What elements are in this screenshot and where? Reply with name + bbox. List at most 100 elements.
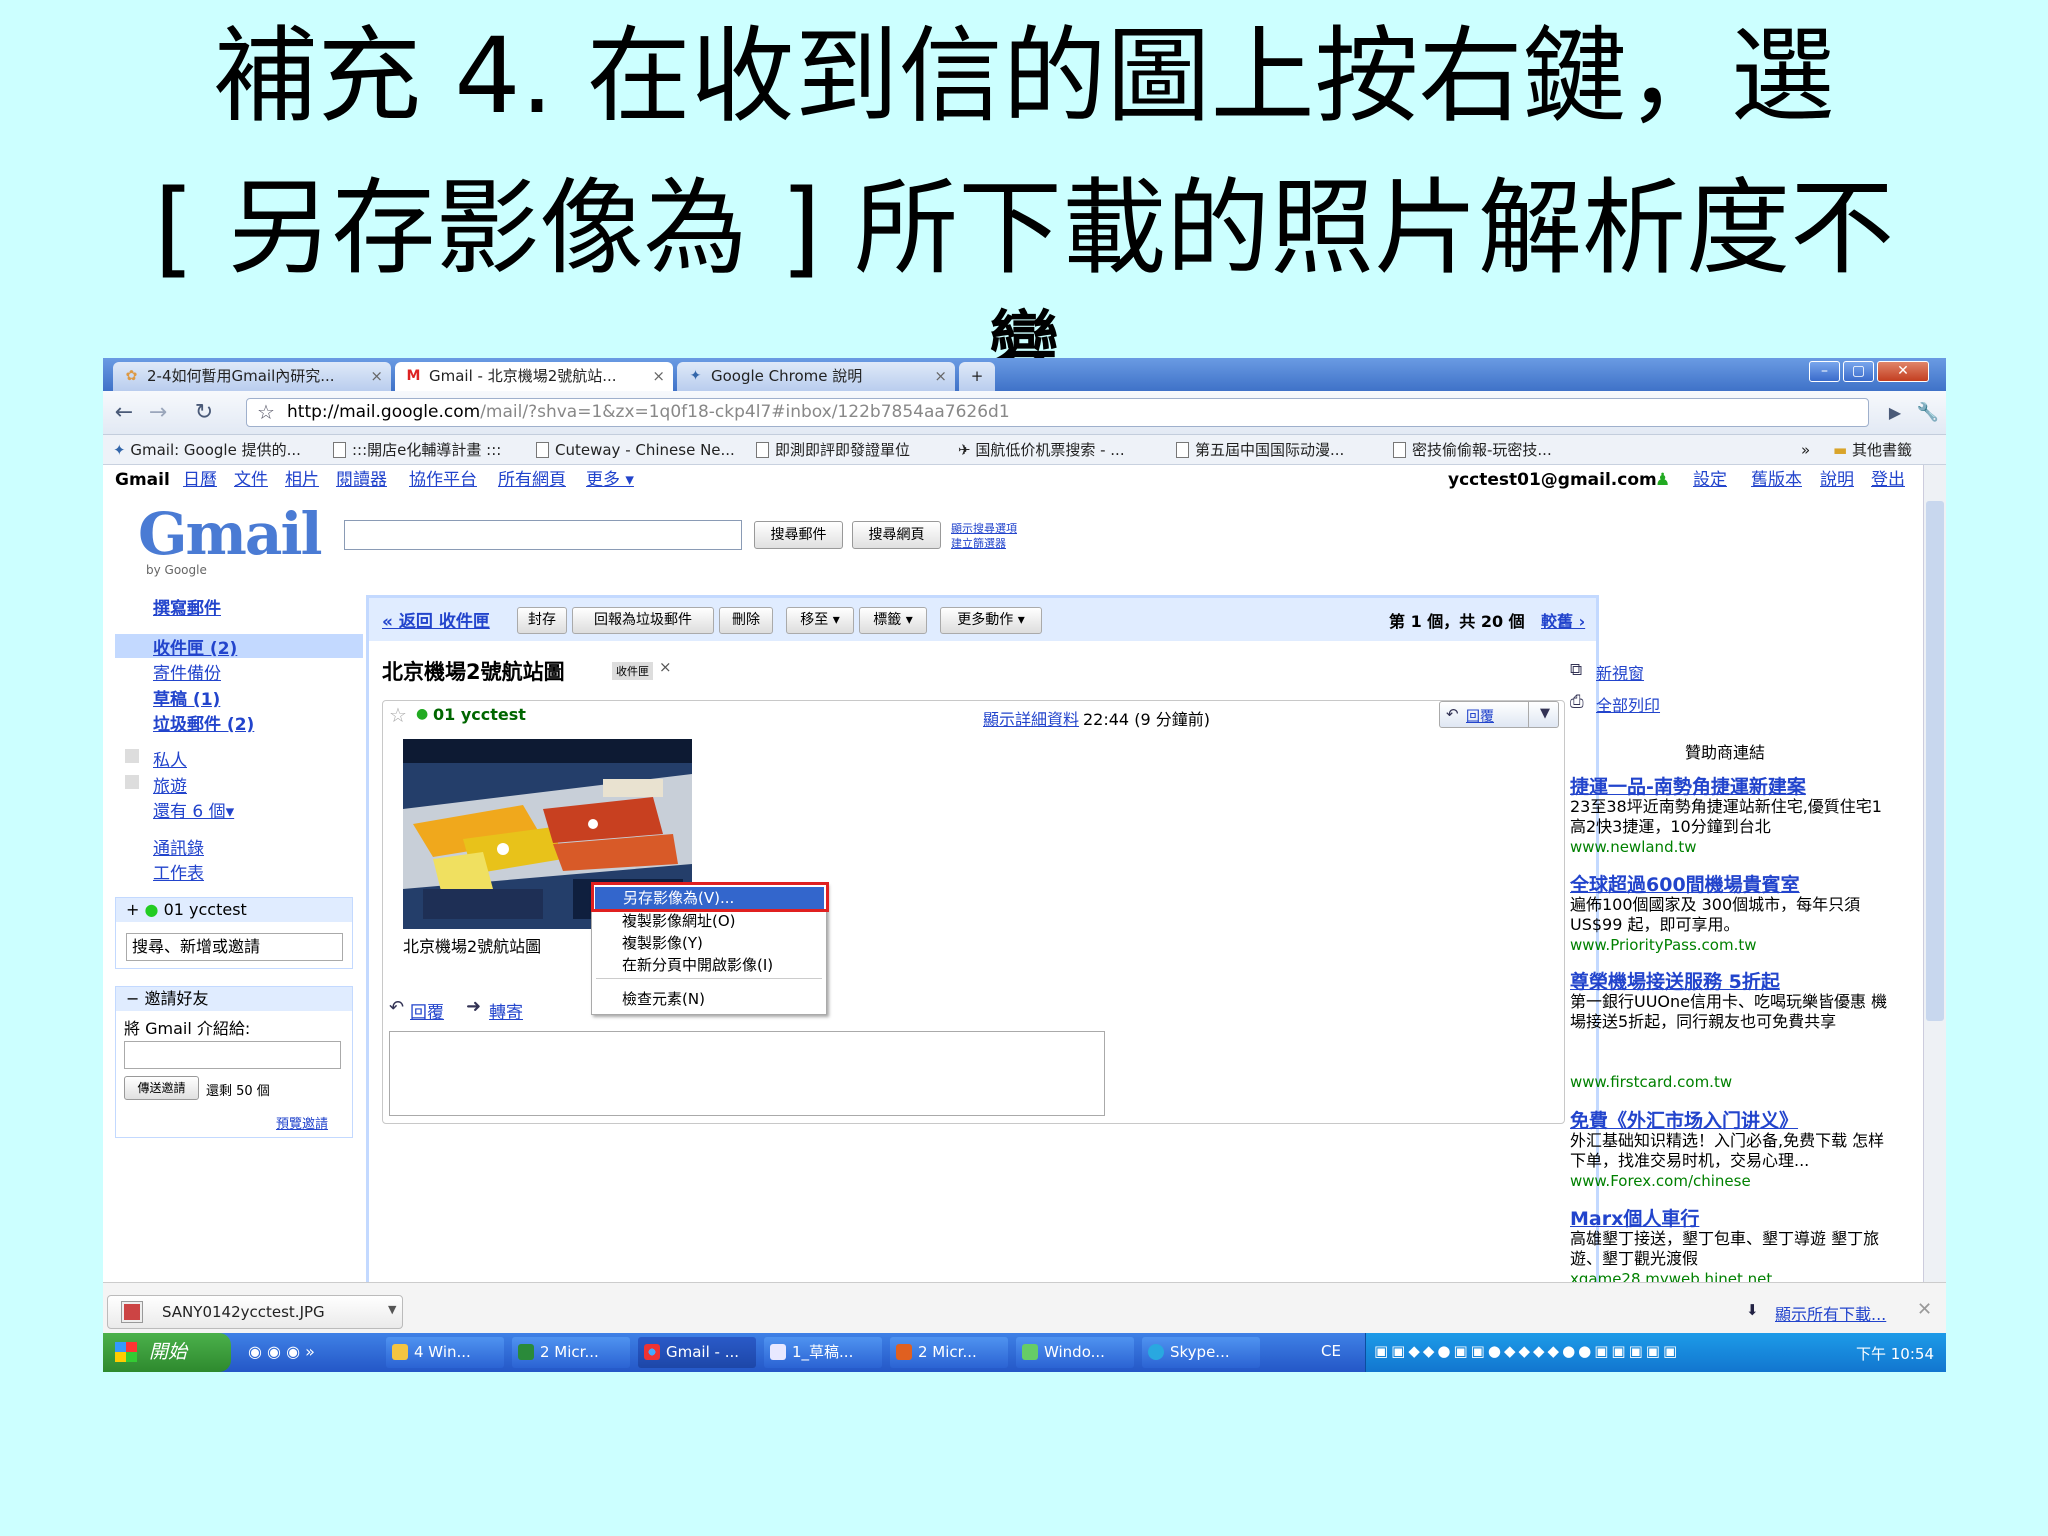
search-options-link[interactable]: 顯示搜尋選項 [951, 520, 1017, 536]
language-indicator[interactable]: CE [1321, 1342, 1341, 1360]
close-icon[interactable]: ✕ [1917, 1299, 1932, 1320]
forward-arrow-icon[interactable]: → [143, 399, 173, 427]
gmail-nav-web[interactable]: 所有網頁 [498, 465, 566, 495]
ad-title[interactable]: 尊榮機場接送服務 5折起 [1570, 967, 1780, 994]
new-tab-button[interactable]: + [959, 362, 995, 391]
sidebar-item-sent[interactable]: 寄件備份 [153, 659, 221, 684]
tab-chrome-help[interactable]: ✦ Google Chrome 說明 × [677, 362, 955, 391]
archive-button[interactable]: 封存 [517, 607, 567, 634]
star-icon[interactable]: ☆ [257, 399, 275, 426]
report-spam-button[interactable]: 回報為垃圾郵件 [572, 607, 714, 634]
tray-icons[interactable]: ▣▣◆◆●▣▣●◆◆◆◆●●▣▣▣▣▣ [1374, 1342, 1680, 1360]
ad-title[interactable]: 全球超過600間機場貴賓室 [1570, 870, 1800, 897]
task-gmail-chrome[interactable]: Gmail - ... [638, 1337, 756, 1368]
ad-title[interactable]: 捷運一品-南勢角捷運新建案 [1570, 772, 1806, 799]
task-windows-explorer[interactable]: 4 Win... [386, 1337, 504, 1368]
gmail-nav-sites[interactable]: 協作平台 [409, 465, 477, 495]
chat-search-input[interactable]: 搜尋、新增或邀請 [126, 933, 343, 961]
menu-item-inspect-element[interactable]: 檢查元素(N) [622, 988, 705, 1009]
more-actions-button[interactable]: 更多動作 ▾ [940, 607, 1042, 634]
chat-user-name[interactable]: 01 ycctest [164, 900, 247, 919]
close-window-button[interactable]: ✕ [1877, 361, 1929, 382]
close-icon[interactable]: × [370, 362, 383, 390]
ad-title[interactable]: Marx個人車行 [1570, 1204, 1699, 1231]
sidebar-label-travel[interactable]: 旅遊 [153, 772, 187, 797]
chevron-down-icon[interactable]: ▼ [388, 1303, 396, 1316]
start-button[interactable]: 開始 [103, 1333, 231, 1372]
reply-arrow-icon[interactable]: ↶ [1446, 705, 1459, 723]
inbox-tag[interactable]: 收件匣 [612, 662, 653, 680]
search-web-button[interactable]: 搜尋網頁 [852, 521, 941, 549]
remove-tag-icon[interactable]: × [659, 658, 672, 676]
bookmarks-overflow-icon[interactable]: » [1801, 435, 1810, 465]
gmail-nav-photos[interactable]: 相片 [285, 465, 319, 495]
collapse-icon[interactable]: − [126, 989, 145, 1008]
reply-link[interactable]: 回覆 [410, 998, 444, 1023]
forward-arrow-icon[interactable]: ➜ [466, 996, 481, 1017]
sidebar-more-labels[interactable]: 還有 6 個▾ [153, 797, 234, 822]
close-icon[interactable]: × [934, 362, 947, 390]
wrench-icon[interactable]: 🔧 [1913, 399, 1943, 427]
bookmark-certification[interactable]: 即測即評即發證單位 [756, 435, 910, 465]
page-scrollbar[interactable] [1923, 465, 1946, 1282]
back-arrow-icon[interactable]: ← [109, 399, 139, 427]
address-bar[interactable]: ☆ http://mail.google.com/mail/?shva=1&zx… [246, 398, 1869, 427]
task-excel[interactable]: 2 Micr... [512, 1337, 630, 1368]
tab-gmail-research[interactable]: ✿ 2-4如何暫用Gmail內研究... × [113, 362, 391, 391]
task-skype[interactable]: Skype... [1142, 1337, 1260, 1368]
minimize-button[interactable]: – [1809, 361, 1840, 382]
sidebar-contacts[interactable]: 通訊錄 [153, 834, 204, 859]
sign-out-link[interactable]: 登出 [1871, 465, 1905, 495]
search-input[interactable] [344, 520, 742, 550]
older-link[interactable]: 較舊 › [1541, 608, 1585, 632]
bookmark-cuteway[interactable]: Cuteway - Chinese Ne... [536, 435, 735, 465]
ad-url[interactable]: www.firstcard.com.tw [1570, 1073, 1732, 1091]
send-invite-button[interactable]: 傳送邀請 [124, 1076, 199, 1100]
old-version-link[interactable]: 舊版本 [1751, 465, 1802, 495]
show-all-downloads-link[interactable]: 顯示所有下載... [1775, 1301, 1886, 1325]
help-link[interactable]: 說明 [1820, 465, 1854, 495]
preview-invite-link[interactable]: 預覽邀請 [276, 1113, 328, 1132]
bookmark-tricks[interactable]: 密技偷偷報-玩密技... [1393, 435, 1552, 465]
printer-icon[interactable]: ⎙ [1570, 692, 1584, 712]
labels-button[interactable]: 標籤 ▾ [859, 607, 927, 634]
compose-link[interactable]: 撰寫郵件 [153, 594, 221, 619]
search-mail-button[interactable]: 搜尋郵件 [754, 521, 843, 549]
gmail-nav-reader[interactable]: 閱讀器 [336, 465, 387, 495]
sidebar-item-spam[interactable]: 垃圾郵件 (2) [153, 710, 254, 735]
sidebar-item-inbox[interactable]: 收件匣 (2) [153, 634, 237, 659]
chevron-down-icon[interactable]: ▼ [1540, 706, 1550, 721]
bookmark-anime[interactable]: 第五屆中国国际动漫... [1176, 435, 1344, 465]
download-item[interactable]: SANY0142ycctest.JPG ▼ [107, 1295, 403, 1329]
sidebar-label-private[interactable]: 私人 [153, 746, 187, 771]
reply-button[interactable]: 回覆 [1466, 706, 1494, 726]
tab-gmail-message[interactable]: M Gmail - 北京機場2號航站... × [395, 362, 673, 392]
gmail-nav-docs[interactable]: 文件 [234, 465, 268, 495]
gmail-nav-calendar[interactable]: 日曆 [183, 465, 217, 495]
task-windows[interactable]: Windo... [1016, 1337, 1134, 1368]
invite-email-input[interactable] [124, 1041, 341, 1069]
quick-reply-textarea[interactable] [389, 1031, 1105, 1116]
page-menu-icon[interactable]: ▶ [1880, 399, 1910, 427]
menu-item-open-image-new-tab[interactable]: 在新分頁中開啟影像(I) [622, 954, 773, 975]
quicklaunch-icons[interactable]: ◉ ◉ ◉ » [248, 1342, 315, 1361]
ad-url[interactable]: www.newland.tw [1570, 838, 1697, 856]
scrollbar-thumb[interactable] [1926, 501, 1944, 1021]
bookmark-airchina[interactable]: ✈ 国航低价机票搜索 - ... [958, 435, 1125, 465]
close-icon[interactable]: × [652, 362, 665, 390]
sidebar-item-drafts[interactable]: 草稿 (1) [153, 685, 220, 710]
move-to-button[interactable]: 移至 ▾ [786, 607, 854, 634]
sender-name[interactable]: 01 ycctest [433, 705, 526, 724]
bookmark-ecommerce[interactable]: :::開店e化輔導計畫 ::: [333, 435, 501, 465]
bookmark-gmail[interactable]: ✦ Gmail: Google 提供的... [113, 435, 301, 465]
menu-item-copy-image-url[interactable]: 複製影像網址(O) [622, 910, 736, 931]
ad-url[interactable]: www.PriorityPass.com.tw [1570, 936, 1757, 954]
back-to-inbox-link[interactable]: « 返回 收件匣 [382, 607, 490, 632]
gmail-nav-gmail[interactable]: Gmail [115, 465, 170, 495]
task-draft[interactable]: 1_草稿... [764, 1337, 882, 1368]
maximize-button[interactable]: ▢ [1843, 361, 1874, 382]
new-window-icon[interactable]: ⧉ [1570, 660, 1582, 680]
settings-link[interactable]: 設定 [1693, 465, 1727, 495]
menu-item-copy-image[interactable]: 複製影像(Y) [622, 932, 703, 953]
task-powerpoint[interactable]: 2 Micr... [890, 1337, 1008, 1368]
